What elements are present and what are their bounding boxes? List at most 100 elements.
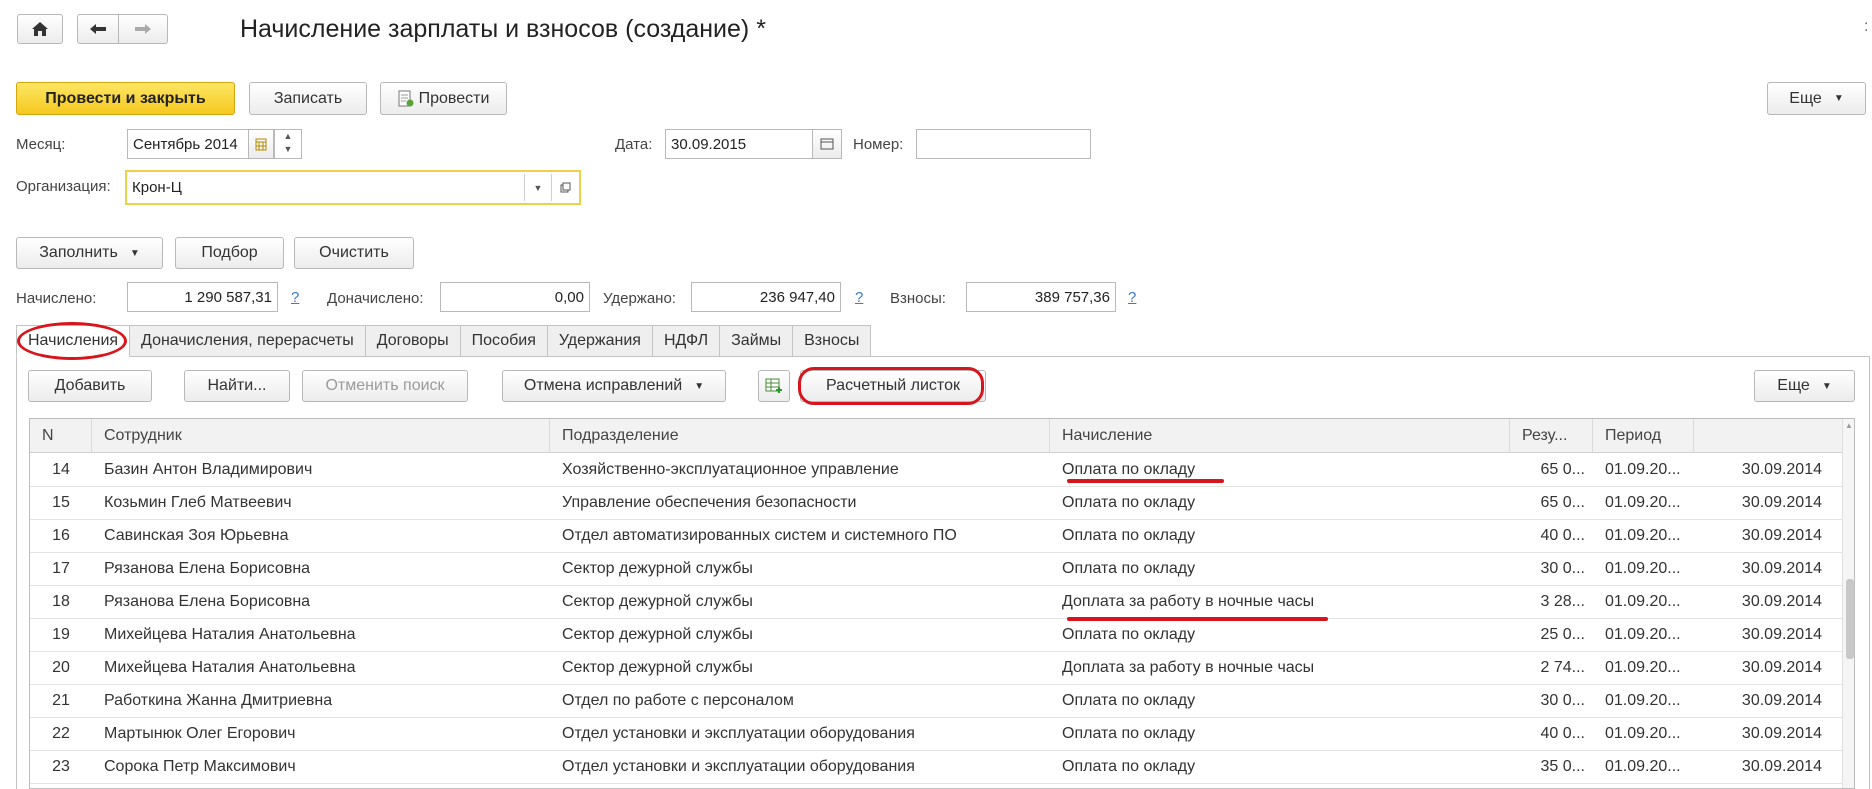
table-row[interactable]: 19 Михейцева Наталия Анатольевна Сектор де… — [30, 619, 1854, 652]
date-picker-button[interactable] — [812, 129, 842, 159]
cell-department: Управление обеспечения безопасности — [562, 494, 857, 511]
cell-accrual: Оплата по окладу — [1062, 758, 1196, 775]
col-department[interactable]: Подразделение — [550, 419, 1050, 453]
cell-period-start: 01.09.20... — [1605, 659, 1681, 676]
table-row[interactable]: 23 Сорока Петр Максимович Отдел установки … — [30, 751, 1854, 784]
cell-accrual: Оплата по окладу — [1062, 527, 1196, 544]
cell-accrual: Доплата за работу в ночные часы — [1062, 659, 1315, 676]
number-label: Номер: — [853, 136, 904, 153]
cell-employee: Мартынюк Олег Егорович — [104, 725, 296, 742]
cell-employee: Рязанова Елена Борисовна — [104, 560, 311, 577]
save-button[interactable]: Записать — [249, 82, 367, 115]
cancel-fixes-button[interactable]: Отмена исправлений ▼ — [502, 370, 726, 402]
table-row[interactable]: 16 Савинская Зоя Юрьевна Отдел автоматизир… — [30, 520, 1854, 553]
cell-period-end: 30.09.2014 — [1741, 626, 1822, 643]
col-period[interactable]: Период — [1593, 419, 1694, 453]
arrow-right-icon — [135, 24, 151, 34]
chevron-down-icon: ▼ — [1833, 93, 1844, 104]
cell-period-end: 30.09.2014 — [1741, 593, 1822, 610]
find-button[interactable]: Найти... — [184, 370, 290, 402]
accruals-table[interactable]: N Сотрудник Подразделение Начисление Рез… — [29, 418, 1855, 789]
table-row[interactable]: 15 Козьмин Глеб Матвеевич Управление обесп… — [30, 487, 1854, 520]
org-dropdown-button[interactable]: ▼ — [524, 174, 551, 201]
cell-accrual: Оплата по окладу — [1062, 626, 1196, 643]
post-button-label: Провести — [418, 89, 490, 107]
date-field[interactable]: 30.09.2015 — [665, 129, 813, 159]
stepper-down-icon[interactable]: ▼ — [275, 143, 301, 156]
cell-department: Отдел установки и эксплуатации оборудова… — [562, 725, 915, 742]
calendar-icon — [255, 138, 267, 151]
extra-value: 0,00 — [554, 288, 584, 306]
col-period-end[interactable] — [1694, 419, 1842, 453]
cell-accrual: Доплата за работу в ночные часы — [1062, 593, 1315, 610]
cell-employee: Работкина Жанна Дмитриевна — [104, 692, 333, 709]
cell-period-end: 30.09.2014 — [1741, 725, 1822, 742]
cell-result: 35 0... — [1540, 758, 1585, 775]
more-button-tab[interactable]: Еще ▼ — [1754, 370, 1855, 402]
cell-period-start: 01.09.20... — [1605, 560, 1681, 577]
cell-period-end: 30.09.2014 — [1741, 758, 1822, 775]
cell-period-start: 01.09.20... — [1605, 527, 1681, 544]
cancel-fixes-label: Отмена исправлений — [523, 377, 683, 394]
withheld-help-link[interactable]: ? — [855, 289, 863, 306]
month-stepper[interactable]: ▲ ▼ — [274, 129, 302, 159]
clear-button[interactable]: Очистить — [294, 237, 414, 269]
cell-period-end: 30.09.2014 — [1741, 494, 1822, 511]
col-result[interactable]: Резу... — [1510, 419, 1593, 453]
table-add-icon — [765, 378, 782, 393]
tab-loans[interactable]: Займы — [720, 325, 794, 357]
cell-n: 23 — [52, 758, 70, 775]
tab-ndfl[interactable]: НДФЛ — [652, 325, 721, 357]
cell-period-start: 01.09.20... — [1605, 593, 1681, 610]
scroll-thumb[interactable] — [1846, 579, 1854, 659]
back-button[interactable] — [77, 14, 119, 44]
post-button[interactable]: Провести — [380, 82, 507, 115]
add-button[interactable]: Добавить — [28, 370, 152, 402]
tab-withholdings[interactable]: Удержания — [547, 325, 653, 357]
org-label: Организация: — [16, 178, 111, 195]
chevron-down-icon: ▼ — [694, 380, 705, 392]
cell-employee: Сорока Петр Максимович — [104, 758, 296, 775]
col-accrual[interactable]: Начисление — [1050, 419, 1510, 453]
cell-result: 3 28... — [1540, 593, 1585, 610]
forward-button[interactable] — [118, 14, 168, 44]
cell-period-start: 01.09.20... — [1605, 692, 1681, 709]
cell-result: 2 74... — [1540, 659, 1585, 676]
tab-recalculations[interactable]: Доначисления, перерасчеты — [130, 325, 366, 357]
cell-accrual: Оплата по окладу — [1062, 494, 1196, 511]
accrued-help-link[interactable]: ? — [291, 289, 299, 306]
col-n[interactable]: N — [30, 419, 92, 453]
cell-department: Отдел автоматизированных систем и систем… — [562, 527, 957, 544]
table-row[interactable]: 22 Мартынюк Олег Егорович Отдел установки … — [30, 718, 1854, 751]
table-row[interactable]: 18 Рязанова Елена Борисовна Сектор дежурно… — [30, 586, 1854, 619]
contrib-help-link[interactable]: ? — [1128, 289, 1136, 306]
post-and-close-button[interactable]: Провести и закрыть — [16, 82, 235, 115]
table-row[interactable]: 20 Михейцева Наталия Анатольевна Сектор де… — [30, 652, 1854, 685]
cell-employee: Михейцева Наталия Анатольевна — [104, 626, 356, 643]
cell-n: 22 — [52, 725, 70, 742]
accrued-value: 1 290 587,31 — [184, 288, 272, 306]
cell-n: 18 — [52, 593, 70, 610]
table-row[interactable]: 14 Базин Антон Владимирович Хозяйственно-э… — [30, 454, 1854, 487]
table-scrollbar[interactable]: ▲ — [1842, 419, 1854, 788]
cell-n: 16 — [52, 527, 70, 544]
pick-button[interactable]: Подбор — [175, 237, 284, 269]
table-add-button[interactable] — [758, 370, 790, 402]
tab-contracts[interactable]: Договоры — [365, 325, 461, 357]
tab-contributions[interactable]: Взносы — [793, 325, 872, 357]
stepper-up-icon[interactable]: ▲ — [275, 130, 301, 143]
home-button[interactable] — [17, 14, 63, 44]
more-button-top[interactable]: Еще ▼ — [1767, 82, 1866, 115]
fill-button[interactable]: Заполнить ▼ — [16, 237, 163, 269]
tab-benefits[interactable]: Пособия — [460, 325, 548, 357]
scroll-up-icon[interactable]: ▲ — [1845, 421, 1853, 430]
page-title: Начисление зарплаты и взносов (создание)… — [240, 15, 766, 43]
table-row[interactable]: 17 Рязанова Елена Борисовна Сектор дежурно… — [30, 553, 1854, 586]
calendar-picker-button[interactable] — [248, 129, 274, 159]
number-field[interactable] — [916, 129, 1091, 159]
table-row[interactable]: 21 Работкина Жанна Дмитриевна Отдел по раб… — [30, 685, 1854, 718]
org-field[interactable]: Крон-Ц — [125, 170, 581, 205]
cancel-search-button[interactable]: Отменить поиск — [302, 370, 468, 402]
org-open-button[interactable] — [551, 174, 578, 201]
col-employee[interactable]: Сотрудник — [92, 419, 550, 453]
